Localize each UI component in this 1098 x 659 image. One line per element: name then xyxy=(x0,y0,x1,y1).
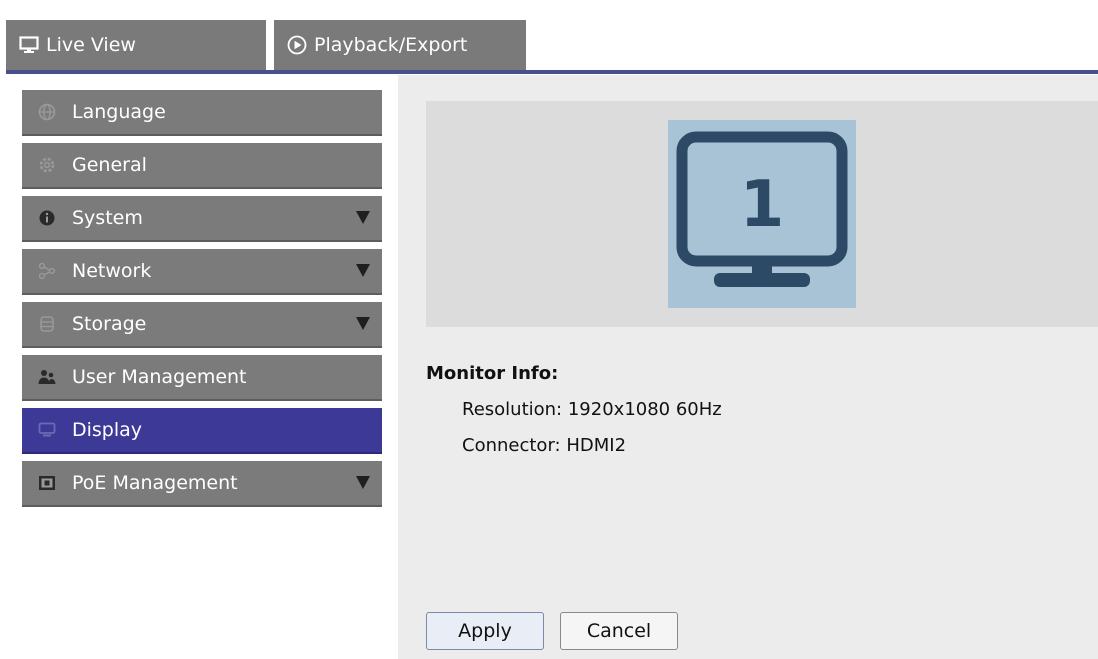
sidebar-item-label: Storage xyxy=(72,313,147,335)
info-icon xyxy=(36,207,58,229)
sidebar-item-label: Network xyxy=(72,260,152,282)
sidebar-item-display[interactable]: Display xyxy=(22,408,382,454)
monitor-preview-area: 1 xyxy=(426,101,1098,327)
monitor-icon: 1 xyxy=(676,131,848,287)
sidebar-item-label: General xyxy=(72,154,147,176)
sidebar-item-label: System xyxy=(72,207,143,229)
chevron-down-icon[interactable] xyxy=(356,476,370,489)
monitor-info-title: Monitor Info: xyxy=(426,363,559,384)
display-settings-panel: 1 Monitor Info: Resolution: 1920x1080 60… xyxy=(398,75,1098,659)
settings-sidebar: Language General System Network Storage … xyxy=(0,75,398,659)
sidebar-item-storage[interactable]: Storage xyxy=(22,302,382,348)
sidebar-item-label: Display xyxy=(72,419,143,441)
sidebar-item-system[interactable]: System xyxy=(22,196,382,242)
sidebar-item-general[interactable]: General xyxy=(22,143,382,189)
monitor-icon xyxy=(18,34,40,56)
users-icon xyxy=(36,366,58,388)
gear-icon xyxy=(36,154,58,176)
connector-label: Connector: xyxy=(462,435,561,456)
cancel-button[interactable]: Cancel xyxy=(560,612,678,650)
sidebar-item-user-management[interactable]: User Management xyxy=(22,355,382,401)
sidebar-item-network[interactable]: Network xyxy=(22,249,382,295)
sidebar-item-poe-management[interactable]: PoE Management xyxy=(22,461,382,507)
monitor-tile-1[interactable]: 1 xyxy=(668,120,856,308)
network-icon xyxy=(36,260,58,282)
top-tab-bar: Live View Playback/Export xyxy=(0,0,1098,75)
sidebar-item-label: Language xyxy=(72,101,166,123)
resolution-row: Resolution: 1920x1080 60Hz xyxy=(462,399,722,420)
connector-value: HDMI2 xyxy=(566,435,627,456)
tab-playback-export[interactable]: Playback/Export xyxy=(274,20,526,70)
database-icon xyxy=(36,313,58,335)
sidebar-item-language[interactable]: Language xyxy=(22,90,382,136)
resolution-label: Resolution: xyxy=(462,399,563,420)
apply-button[interactable]: Apply xyxy=(426,612,544,650)
chevron-down-icon[interactable] xyxy=(356,264,370,277)
monitor-number: 1 xyxy=(740,168,785,242)
play-circle-icon xyxy=(286,34,308,56)
poe-icon xyxy=(36,472,58,494)
tab-live-view[interactable]: Live View xyxy=(6,20,266,70)
connector-row: Connector: HDMI2 xyxy=(462,435,626,456)
globe-icon xyxy=(36,101,58,123)
chevron-down-icon[interactable] xyxy=(356,317,370,330)
display-icon xyxy=(36,419,58,441)
app-window: Live View Playback/Export Language Gener… xyxy=(0,0,1098,659)
tab-underline xyxy=(6,70,1098,74)
tab-playback-export-label: Playback/Export xyxy=(314,34,468,56)
chevron-down-icon[interactable] xyxy=(356,211,370,224)
sidebar-item-label: User Management xyxy=(72,366,247,388)
resolution-value: 1920x1080 60Hz xyxy=(567,399,722,420)
sidebar-item-label: PoE Management xyxy=(72,472,238,494)
tab-live-view-label: Live View xyxy=(46,34,136,56)
